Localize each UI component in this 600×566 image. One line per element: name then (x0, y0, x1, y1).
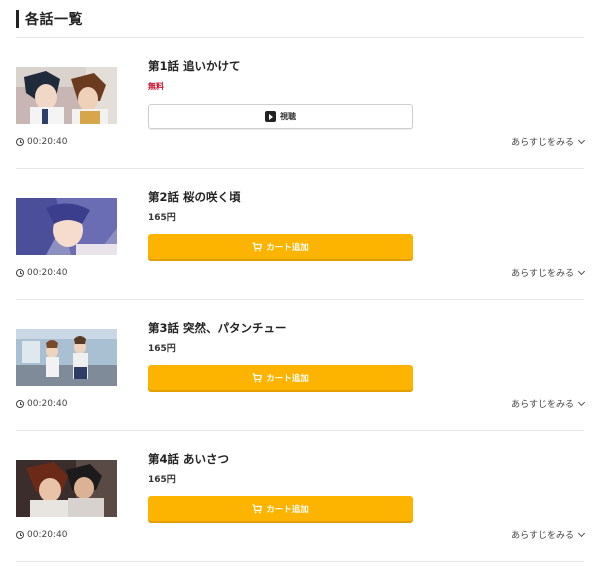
clock-icon (16, 400, 24, 408)
chevron-down-icon (577, 398, 586, 406)
chevron-down-icon (577, 529, 586, 537)
synopsis-toggle[interactable]: あらすじをみる (511, 266, 586, 279)
synopsis-toggle[interactable]: あらすじをみる (511, 397, 586, 410)
add-to-cart-label: カート追加 (266, 504, 309, 515)
episode-item: 00:20:40 第2話 桜の咲く頃 165円 カート追加 あらすじをみる (16, 169, 586, 300)
episode-duration: 00:20:40 (16, 399, 67, 409)
section-accent-bar (16, 10, 19, 28)
chevron-down-icon (577, 267, 586, 275)
add-to-cart-button[interactable]: カート追加 (148, 365, 413, 390)
episode-item: 00:20:40 第4話 あいさつ 165円 カート追加 あらすじをみる (16, 431, 586, 562)
duration-text: 00:20:40 (27, 530, 68, 540)
synopsis-toggle[interactable]: あらすじをみる (511, 528, 586, 541)
add-to-cart-label: カート追加 (266, 373, 309, 384)
duration-text: 00:20:40 (27, 137, 68, 147)
episode-item: 00:20:40 第3話 突然、パタンチュー 165円 カート追加 あらすじをみ… (16, 300, 586, 431)
play-icon (265, 111, 276, 122)
add-to-cart-button[interactable]: カート追加 (148, 234, 413, 259)
synopsis-label: あらすじをみる (511, 269, 574, 279)
episode-thumbnail[interactable] (16, 67, 117, 124)
episode-title: 第3話 突然、パタンチュー (148, 321, 287, 335)
episode-title: 第4話 あいさつ (148, 452, 230, 466)
episode-duration: 00:20:40 (16, 137, 67, 147)
episode-thumbnail[interactable] (16, 460, 117, 517)
watch-button[interactable]: 視聴 (148, 104, 413, 129)
cart-icon (252, 372, 263, 383)
synopsis-toggle[interactable]: あらすじをみる (511, 135, 586, 148)
section-header: 各話一覧 (16, 8, 584, 38)
episode-thumbnail[interactable] (16, 329, 117, 386)
episode-duration: 00:20:40 (16, 268, 67, 278)
duration-text: 00:20:40 (27, 399, 68, 409)
episode-price: 165円 (148, 344, 176, 354)
duration-text: 00:20:40 (27, 268, 68, 278)
add-to-cart-label: カート追加 (266, 242, 309, 253)
episode-title: 第2話 桜の咲く頃 (148, 190, 241, 204)
episode-title: 第1話 追いかけて (148, 59, 241, 73)
chevron-down-icon (577, 136, 586, 144)
cart-icon (252, 503, 263, 514)
episode-item: 00:20:40 第1話 追いかけて 無料 視聴 あらすじをみる (16, 38, 586, 169)
clock-icon (16, 138, 24, 146)
watch-button-label: 視聴 (280, 112, 296, 121)
section-title: 各話一覧 (25, 12, 83, 28)
clock-icon (16, 269, 24, 277)
episode-price: 165円 (148, 475, 176, 485)
synopsis-label: あらすじをみる (511, 531, 574, 541)
cart-icon (252, 241, 263, 252)
add-to-cart-button[interactable]: カート追加 (148, 496, 413, 521)
clock-icon (16, 531, 24, 539)
episode-thumbnail[interactable] (16, 198, 117, 255)
synopsis-label: あらすじをみる (511, 400, 574, 410)
episode-price-free: 無料 (148, 82, 164, 91)
synopsis-label: あらすじをみる (511, 138, 574, 148)
episode-price: 165円 (148, 213, 176, 223)
episode-duration: 00:20:40 (16, 530, 67, 540)
